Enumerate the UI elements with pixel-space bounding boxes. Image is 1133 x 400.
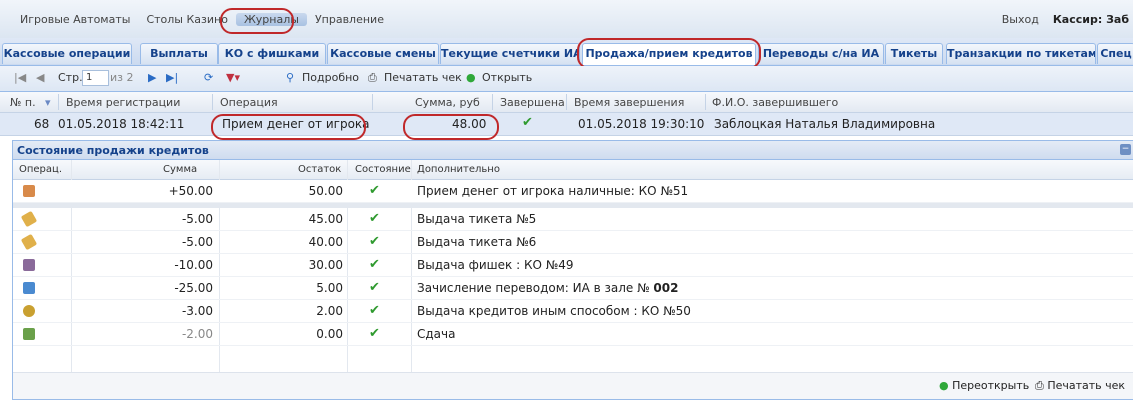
- row-number: 68: [34, 117, 50, 131]
- journal-grid-header: № п. ▾ Время регистрации Операция Сумма,…: [0, 92, 1133, 113]
- state-check-icon: ✔: [369, 257, 380, 272]
- completed-check-icon: ✔: [522, 115, 533, 130]
- tab-credit-sales[interactable]: Продажа/прием кредитов: [582, 43, 756, 65]
- row-completed-by: Заблоцкая Наталья Владимировна: [714, 117, 936, 131]
- next-page-icon[interactable]: ▶: [148, 70, 156, 86]
- open-icon: ●: [466, 71, 476, 84]
- list-item[interactable]: -5.00 45.00 ✔ Выдача тикета №5: [13, 208, 1133, 231]
- print-check-button[interactable]: Печатать чек: [384, 70, 462, 86]
- chips-icon: [23, 259, 35, 271]
- list-item[interactable]: -5.00 40.00 ✔ Выдача тикета №6: [13, 231, 1133, 254]
- exit-link[interactable]: Выход: [1002, 13, 1039, 26]
- refresh-icon[interactable]: ⟳: [204, 70, 213, 86]
- credits-other-icon: [23, 305, 35, 317]
- top-menu-bar: Игровые Автоматы Столы Казино Журналы Уп…: [0, 0, 1133, 39]
- list-item[interactable]: -2.00 0.00 ✔ Сдача: [13, 323, 1133, 346]
- page-label: Стр.: [58, 71, 83, 84]
- open-button[interactable]: Открыть: [482, 70, 532, 86]
- reopen-icon: ●: [939, 379, 949, 392]
- col-sum[interactable]: Сумма: [163, 164, 197, 175]
- col-op[interactable]: Операц.: [19, 164, 62, 175]
- row-done-time: 01.05.2018 19:30:10: [578, 117, 705, 131]
- last-page-icon[interactable]: ▶|: [166, 70, 178, 86]
- print-check-footer-button[interactable]: ⎙ Печатать чек: [1031, 377, 1129, 395]
- page-total: из 2: [110, 71, 134, 84]
- printer-icon: ⎙: [1035, 379, 1044, 392]
- list-item[interactable]: -10.00 30.00 ✔ Выдача фишек : КО №49: [13, 254, 1133, 277]
- user-area: Выход Кассир: Заб: [1002, 13, 1129, 26]
- menu-management[interactable]: Управление: [307, 13, 392, 26]
- change-icon: [23, 328, 35, 340]
- col-reg-time[interactable]: Время регистрации: [66, 96, 180, 109]
- menu-casino-tables[interactable]: Столы Казино: [138, 13, 236, 26]
- list-item[interactable]: -3.00 2.00 ✔ Выдача кредитов иным способ…: [13, 300, 1133, 323]
- state-check-icon: ✔: [369, 303, 380, 318]
- col-completed-by[interactable]: Ф.И.О. завершившего: [712, 96, 838, 109]
- first-page-icon[interactable]: |◀: [14, 70, 26, 86]
- state-check-icon: ✔: [369, 234, 380, 249]
- col-rest[interactable]: Остаток: [298, 164, 341, 175]
- ticket-icon: [20, 210, 38, 228]
- tab-current-counters[interactable]: Текущие счетчики ИА: [440, 43, 580, 64]
- credit-sale-state-panel: Состояние продажи кредитов − Операц. Сум…: [12, 140, 1133, 400]
- table-row[interactable]: 68 01.05.2018 18:42:11 Прием денег от иг…: [0, 113, 1133, 136]
- main-menu: Игровые Автоматы Столы Казино Журналы Уп…: [12, 13, 392, 26]
- panel-footer: ● Переоткрыть ⎙ Печатать чек: [13, 372, 1133, 399]
- magnifier-icon: ⚲: [286, 71, 295, 84]
- tab-payouts[interactable]: Выплаты: [140, 43, 218, 64]
- collapse-icon[interactable]: −: [1120, 144, 1131, 155]
- row-reg-time: 01.05.2018 18:42:11: [58, 117, 185, 131]
- cashier-label: Кассир: Заб: [1052, 13, 1129, 26]
- page-number-input[interactable]: 1: [82, 70, 109, 86]
- col-done-time[interactable]: Время завершения: [574, 96, 684, 109]
- col-amount[interactable]: Сумма, руб: [415, 96, 480, 109]
- list-item[interactable]: +50.00 50.00 ✔ Прием денег от игрока нал…: [13, 180, 1133, 203]
- row-amount: 48.00: [452, 117, 487, 131]
- filter-icon[interactable]: ▼▾: [226, 70, 240, 86]
- ticket-icon: [20, 233, 38, 251]
- col-completed[interactable]: Завершена: [500, 96, 565, 109]
- cash-deposit-icon: [23, 185, 35, 197]
- list-item[interactable]: -25.00 5.00 ✔ Зачисление переводом: ИА в…: [13, 277, 1133, 300]
- col-extra[interactable]: Дополнительно: [417, 164, 500, 175]
- sort-desc-icon[interactable]: ▾: [45, 96, 51, 109]
- detail-grid-header: Операц. Сумма Остаток Состояние Дополнит…: [13, 160, 1133, 180]
- printer-icon: ⎙: [368, 71, 377, 84]
- tab-ticket-transactions[interactable]: Транзакции по тикетам: [946, 43, 1096, 64]
- row-operation: Прием денег от игрока: [222, 117, 370, 131]
- state-check-icon: ✔: [369, 280, 380, 295]
- tab-chip-operations[interactable]: КО с фишками: [218, 43, 326, 64]
- col-state[interactable]: Состояние: [355, 164, 411, 175]
- tab-cash-shifts[interactable]: Кассовые смены: [327, 43, 439, 64]
- panel-title: Состояние продажи кредитов: [17, 144, 209, 157]
- menu-slot-machines[interactable]: Игровые Автоматы: [12, 13, 138, 26]
- tab-transfers[interactable]: Переводы с/на ИА: [758, 43, 884, 64]
- paging-toolbar: |◀ ◀ Стр. 1 из 2 ▶ ▶| ⟳ ▼▾ ⚲ Подробно ⎙ …: [0, 66, 1133, 92]
- state-check-icon: ✔: [369, 211, 380, 226]
- menu-journals[interactable]: Журналы: [235, 13, 307, 26]
- tab-special[interactable]: Спец: [1097, 43, 1133, 64]
- reopen-button[interactable]: ● Переоткрыть: [935, 377, 1033, 395]
- prev-page-icon[interactable]: ◀: [36, 70, 44, 86]
- col-operation[interactable]: Операция: [220, 96, 278, 109]
- transfer-icon: [23, 282, 35, 294]
- panel-header: Состояние продажи кредитов −: [13, 141, 1133, 160]
- journal-tabs: Кассовые операции Выплаты КО с фишками К…: [0, 38, 1133, 66]
- col-number[interactable]: № п.: [10, 96, 36, 109]
- tab-cash-operations[interactable]: Кассовые операции: [2, 43, 132, 64]
- tab-tickets[interactable]: Тикеты: [885, 43, 943, 64]
- state-check-icon: ✔: [369, 183, 380, 198]
- state-check-icon: ✔: [369, 326, 380, 341]
- details-button[interactable]: Подробно: [302, 70, 359, 86]
